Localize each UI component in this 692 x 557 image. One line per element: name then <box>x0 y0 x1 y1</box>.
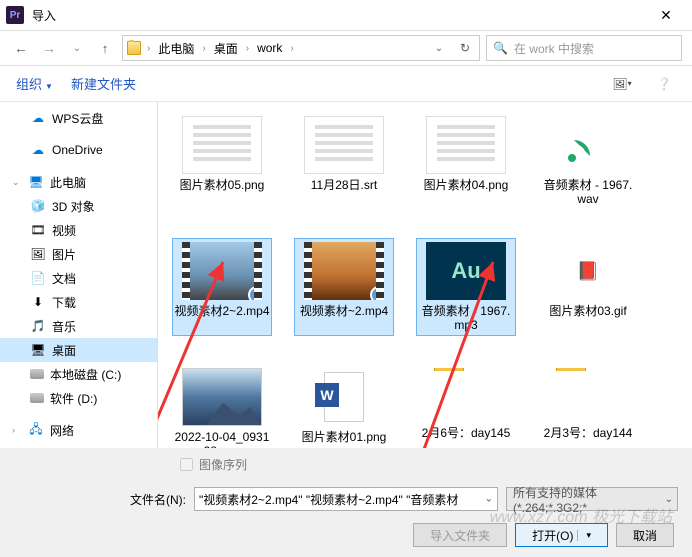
search-input[interactable]: 🔍 在 work 中搜索 <box>486 35 682 61</box>
history-dropdown[interactable]: ⌄ <box>66 37 88 59</box>
sidebar-item-network[interactable]: ›🖧网络 <box>0 418 157 442</box>
video-icon: 🎞 <box>30 222 46 238</box>
video-thumb: C <box>304 242 384 300</box>
drive-icon <box>30 369 44 379</box>
dropdown-icon[interactable]: ⌄ <box>485 494 493 505</box>
file-item[interactable]: 2月6号：day145 <box>416 364 516 448</box>
search-icon: 🔍 <box>493 41 508 55</box>
file-item[interactable]: 音频素材 - 1967.wav <box>538 112 638 210</box>
toolbar: 组织▼ 新建文件夹 🖼 ▾ ❔ <box>0 66 692 102</box>
file-item[interactable]: 📕图片素材03.gif <box>538 238 638 336</box>
3d-icon: 🧊 <box>30 198 46 214</box>
file-item[interactable]: 2月3号：day144 <box>538 364 638 448</box>
open-button[interactable]: 打开(O)▾ <box>515 523 608 547</box>
pictures-icon: 🖼 <box>30 246 46 262</box>
desktop-icon: 🖥 <box>30 342 46 358</box>
sidebar-item-pictures[interactable]: 🖼图片 <box>0 242 157 266</box>
organize-button[interactable]: 组织▼ <box>16 74 53 93</box>
chevron-right-icon: › <box>200 43 207 54</box>
gif-thumb: 📕 <box>548 242 628 300</box>
dropdown-icon[interactable]: ⌄ <box>665 494 673 505</box>
folder-thumb <box>552 368 624 422</box>
sidebar-item-thispc[interactable]: ⌄🖥此电脑 <box>0 170 157 194</box>
search-placeholder: 在 work 中搜索 <box>514 40 594 57</box>
sidebar-item-drive-c[interactable]: 本地磁盘 (C:) <box>0 362 157 386</box>
sidebar: ☁WPS云盘 ☁OneDrive ⌄🖥此电脑 🧊3D 对象 🎞视频 🖼图片 📄文… <box>0 102 158 448</box>
crumb-pc[interactable]: 此电脑 <box>152 40 200 57</box>
crumb-desktop[interactable]: 桌面 <box>208 40 244 57</box>
breadcrumb-dropdown[interactable]: ⌄ <box>427 43 451 54</box>
cancel-button[interactable]: 取消 <box>616 523 674 547</box>
app-icon: Pr <box>6 6 24 24</box>
file-item[interactable]: 2022-10-04_093128.png <box>172 364 272 448</box>
sidebar-item-onedrive[interactable]: ☁OneDrive <box>0 138 157 162</box>
drive-icon <box>30 393 44 403</box>
help-button[interactable]: ❔ <box>652 77 676 91</box>
filename-label: 文件名(N): <box>130 491 186 508</box>
navigation-bar: ← → ⌄ ↑ › 此电脑 › 桌面 › work › ⌄ ↻ 🔍 在 work… <box>0 30 692 66</box>
import-folder-button[interactable]: 导入文件夹 <box>413 523 507 547</box>
music-icon: 🎵 <box>30 318 46 334</box>
chevron-right-icon: › <box>12 425 22 435</box>
filename-input[interactable]: "视频素材2~2.mp4" "视频素材~2.mp4" "音频素材⌄ <box>194 487 498 511</box>
sidebar-item-downloads[interactable]: ⬇下载 <box>0 290 157 314</box>
image-sequence-checkbox[interactable]: 图像序列 <box>180 456 247 473</box>
file-item-selected[interactable]: Au音频素材 - 1967.mp3 <box>416 238 516 336</box>
folder-thumb <box>430 368 502 422</box>
new-folder-button[interactable]: 新建文件夹 <box>71 74 136 93</box>
file-item[interactable]: 图片素材05.png <box>172 112 272 210</box>
sidebar-item-wps[interactable]: ☁WPS云盘 <box>0 106 157 130</box>
forward-button[interactable]: → <box>38 37 60 59</box>
breadcrumb[interactable]: › 此电脑 › 桌面 › work › ⌄ ↻ <box>122 35 480 61</box>
audition-thumb: Au <box>426 242 506 300</box>
refresh-button[interactable]: ↻ <box>451 41 479 55</box>
downloads-icon: ⬇ <box>30 294 46 310</box>
file-item-selected[interactable]: C视频素材2~2.mp4 <box>172 238 272 336</box>
chevron-down-icon: ⌄ <box>12 177 22 188</box>
video-thumb: C <box>182 242 262 300</box>
sidebar-item-drive-d[interactable]: 软件 (D:) <box>0 386 157 410</box>
badge-c-icon: C <box>370 286 384 300</box>
file-item-selected[interactable]: C视频素材~2.mp4 <box>294 238 394 336</box>
sidebar-item-video[interactable]: 🎞视频 <box>0 218 157 242</box>
photo-thumb <box>182 368 262 426</box>
pc-icon: 🖥 <box>28 174 44 190</box>
crumb-work[interactable]: work <box>251 41 288 55</box>
network-icon: 🖧 <box>28 422 44 438</box>
sidebar-item-3d[interactable]: 🧊3D 对象 <box>0 194 157 218</box>
chevron-right-icon: › <box>244 43 251 54</box>
file-item[interactable]: 图片素材04.png <box>416 112 516 210</box>
up-button[interactable]: ↑ <box>94 37 116 59</box>
file-type-filter[interactable]: 所有支持的媒体 (*.264;*.3G2;*⌄ <box>506 487 678 511</box>
file-item[interactable]: 11月28日.srt <box>294 112 394 210</box>
sidebar-item-desktop[interactable]: 🖥桌面 <box>0 338 157 362</box>
page-thumb <box>426 116 506 174</box>
cloud-icon: ☁ <box>30 110 46 126</box>
close-button[interactable]: ✕ <box>646 7 686 24</box>
audio-thumb <box>548 116 628 174</box>
chevron-right-icon: › <box>145 43 152 54</box>
split-button-arrow[interactable]: ▾ <box>577 530 591 541</box>
sidebar-item-documents[interactable]: 📄文档 <box>0 266 157 290</box>
file-list[interactable]: 图片素材05.png 11月28日.srt 图片素材04.png 音频素材 - … <box>158 102 692 448</box>
sidebar-item-music[interactable]: 🎵音乐 <box>0 314 157 338</box>
badge-c-icon: C <box>248 286 262 300</box>
cloud-icon: ☁ <box>30 142 46 158</box>
titlebar: Pr 导入 ✕ <box>0 0 692 30</box>
view-button[interactable]: 🖼 ▾ <box>610 77 634 91</box>
page-thumb <box>182 116 262 174</box>
footer: 图像序列 文件名(N): "视频素材2~2.mp4" "视频素材~2.mp4" … <box>0 448 692 557</box>
page-thumb <box>304 116 384 174</box>
folder-icon <box>127 41 141 55</box>
word-thumb <box>304 368 384 426</box>
file-item[interactable]: 图片素材01.png <box>294 364 394 448</box>
back-button[interactable]: ← <box>10 37 32 59</box>
window-title: 导入 <box>32 7 646 24</box>
documents-icon: 📄 <box>30 270 46 286</box>
chevron-right-icon: › <box>288 43 295 54</box>
